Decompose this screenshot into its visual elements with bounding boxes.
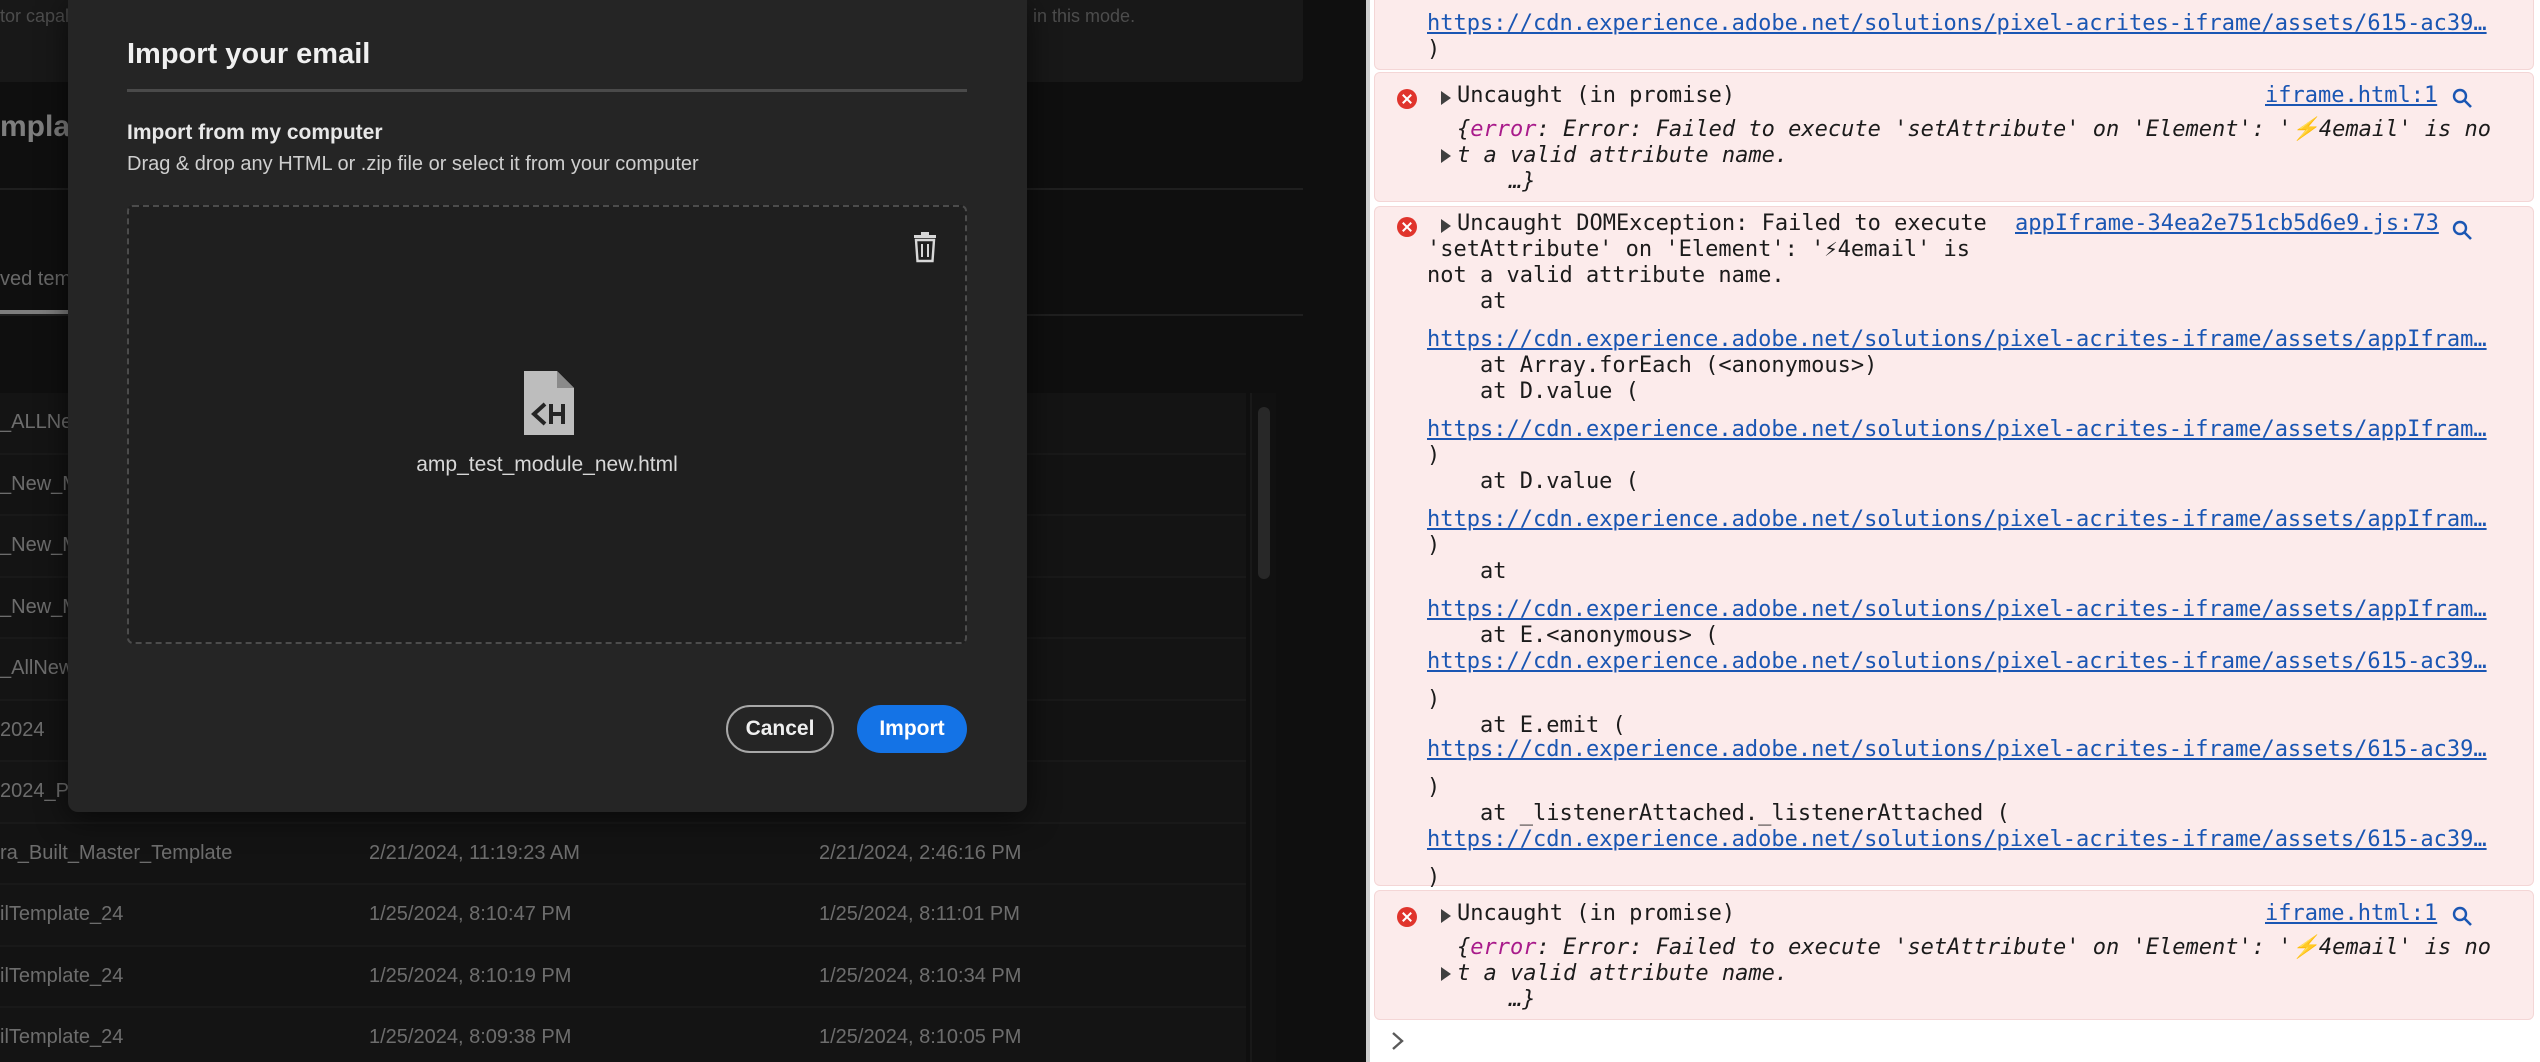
console-stack-link[interactable]: https://cdn.experience.adobe.net/solutio… — [1427, 327, 2487, 353]
expand-triangle-icon[interactable] — [1441, 967, 1451, 981]
import-description: Drag & drop any HTML or .zip file or sel… — [127, 153, 699, 175]
console-error-title-line: not a valid attribute name. — [1427, 263, 1785, 288]
console-error-message: Uncaught (in promise) iframe.html:1 {err… — [1374, 890, 2534, 1020]
dialog-divider — [127, 89, 967, 92]
expand-triangle-icon[interactable] — [1441, 91, 1451, 105]
console-stack-line: at E.<anonymous> ( — [1427, 623, 1719, 648]
console-stack-line: at D.value ( — [1427, 379, 1639, 404]
app-background: tor capal ed in this mode. mplate ved te… — [0, 0, 1366, 1062]
console-stack-link[interactable]: https://cdn.experience.adobe.net/solutio… — [1427, 597, 2487, 623]
console-stack-line: at _listenerAttached._listenerAttached ( — [1427, 801, 2010, 826]
console-error-title: Uncaught DOMException: Failed to execute — [1457, 211, 1987, 236]
console-stack-line: at — [1427, 559, 1507, 584]
console-error-message: Uncaught (in promise) iframe.html:1 {err… — [1374, 72, 2534, 202]
devtools-console: https://cdn.experience.adobe.net/solutio… — [1366, 0, 2540, 1062]
object-key: error — [1470, 117, 1537, 142]
file-dropzone[interactable]: amp_test_module_new.html — [127, 205, 967, 644]
error-icon — [1397, 89, 1417, 109]
magnifier-icon[interactable] — [2451, 905, 2473, 927]
console-source-link[interactable]: iframe.html:1 — [2265, 901, 2437, 926]
console-stack-link[interactable]: https://cdn.experience.adobe.net/solutio… — [1427, 417, 2487, 443]
import-button[interactable]: Import — [857, 705, 967, 753]
import-heading: Import from my computer — [127, 121, 383, 144]
console-message: https://cdn.experience.adobe.net/solutio… — [1374, 0, 2534, 70]
object-value: : Error: Failed to execute 'setAttribute… — [1536, 117, 2492, 142]
console-stack-line: ) — [1427, 687, 1441, 712]
console-line: t a valid attribute name. — [1457, 961, 1789, 986]
error-icon — [1397, 217, 1417, 237]
console-stack-link[interactable]: https://cdn.experience.adobe.net/solutio… — [1427, 11, 2487, 37]
error-icon — [1397, 907, 1417, 927]
console-line: t a valid attribute name. — [1457, 143, 1789, 168]
magnifier-icon[interactable] — [2451, 87, 2473, 109]
console-stack-link[interactable]: https://cdn.experience.adobe.net/solutio… — [1427, 507, 2487, 533]
object-open-brace: { — [1457, 935, 1471, 960]
expand-triangle-icon[interactable] — [1441, 219, 1451, 233]
console-source-link[interactable]: iframe.html:1 — [2265, 83, 2437, 108]
console-stack-link[interactable]: https://cdn.experience.adobe.net/solutio… — [1427, 649, 2487, 675]
console-stack-line: ) — [1427, 865, 1441, 890]
console-error-object: {error: Error: Failed to execute 'setAtt… — [1457, 117, 2491, 143]
console-line: …} — [1509, 987, 1536, 1012]
html-file-icon — [524, 371, 574, 435]
console-stack-line: at Array.forEach (<anonymous>) — [1427, 353, 1878, 378]
expand-triangle-icon[interactable] — [1441, 909, 1451, 923]
console-error-message: Uncaught DOMException: Failed to execute… — [1374, 206, 2534, 890]
object-value: : Error: Failed to execute 'setAttribute… — [1536, 935, 2492, 960]
console-prompt-chevron-icon[interactable] — [1390, 1030, 1406, 1052]
import-email-dialog: Import your email Import from my compute… — [68, 0, 1027, 812]
expand-triangle-icon[interactable] — [1441, 149, 1451, 163]
console-error-title: Uncaught (in promise) — [1457, 901, 1736, 926]
console-stack-line: at — [1427, 289, 1507, 314]
console-error-title-line: 'setAttribute' on 'Element': '⚡4email' i… — [1427, 237, 1971, 262]
console-error-title: Uncaught (in promise) — [1457, 83, 1736, 108]
trash-icon[interactable] — [911, 231, 939, 263]
magnifier-icon[interactable] — [2451, 219, 2473, 241]
console-stack-line: at D.value ( — [1427, 469, 1639, 494]
console-stack-link[interactable]: https://cdn.experience.adobe.net/solutio… — [1427, 737, 2487, 763]
console-stack-line: at E.emit ( — [1427, 713, 1626, 738]
console-source-link[interactable]: appIframe-34ea2e751cb5d6e9.js:73 — [2015, 211, 2439, 236]
uploaded-file-name: amp_test_module_new.html — [416, 453, 678, 476]
console-stack-line: ) — [1427, 775, 1441, 800]
console-stack-line: ) — [1427, 443, 1441, 468]
console-stack-line: ) — [1427, 533, 1441, 558]
dialog-title: Import your email — [127, 38, 371, 70]
object-key: error — [1470, 935, 1537, 960]
object-open-brace: { — [1457, 117, 1471, 142]
console-error-object: {error: Error: Failed to execute 'setAtt… — [1457, 935, 2491, 961]
console-stack-link[interactable]: https://cdn.experience.adobe.net/solutio… — [1427, 827, 2487, 853]
console-line: …} — [1509, 169, 1536, 194]
cancel-button[interactable]: Cancel — [726, 705, 834, 753]
console-line: ) — [1427, 37, 1441, 62]
